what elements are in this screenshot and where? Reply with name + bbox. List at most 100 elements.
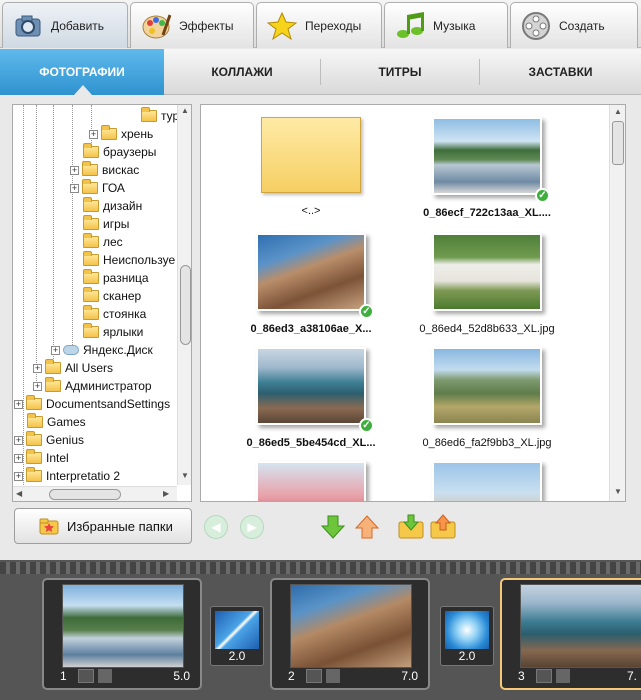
- timeline-transition[interactable]: 2.0: [210, 606, 264, 666]
- subtab-photos[interactable]: ФОТОГРАФИИ: [0, 49, 164, 95]
- scroll-up-arrow[interactable]: ▲: [181, 106, 189, 115]
- sound-icon[interactable]: [556, 669, 570, 683]
- tree-label: DocumentsandSettings: [46, 397, 171, 411]
- transition-thumb: [445, 611, 489, 649]
- tree-item[interactable]: + хрень: [89, 125, 153, 143]
- sub-tabs-bar: ФОТОГРАФИИ КОЛЛАЖИ ТИТРЫ ЗАСТАВКИ: [0, 49, 641, 95]
- parent-folder-item[interactable]: <..>: [221, 117, 401, 217]
- file-item[interactable]: [397, 461, 577, 501]
- photo-thumb: [432, 461, 542, 501]
- favorite-folders-button[interactable]: Избранные папки: [14, 508, 192, 544]
- tree-item[interactable]: + All Users: [33, 359, 113, 377]
- pencil-icon[interactable]: [306, 669, 322, 683]
- tree-label: Games: [47, 415, 86, 429]
- expand-toggle[interactable]: +: [14, 453, 23, 463]
- timeline-slide[interactable]: 1 5.0: [42, 578, 202, 690]
- file-item[interactable]: ✓ 0_86ecf_722c13aa_XL....: [397, 117, 577, 219]
- tree-item[interactable]: Неиспользуе: [83, 251, 175, 269]
- scroll-up-arrow[interactable]: ▲: [614, 107, 622, 116]
- tree-item[interactable]: + DocumentsandSettings: [14, 395, 170, 413]
- scroll-thumb[interactable]: [612, 121, 624, 165]
- sound-icon[interactable]: [326, 669, 340, 683]
- timeline-transition[interactable]: 2.0: [440, 606, 494, 666]
- expand-toggle[interactable]: +: [70, 165, 79, 175]
- tree-item[interactable]: тур: [141, 107, 179, 125]
- folder-add-down-icon[interactable]: [398, 514, 424, 540]
- slide-duration: 5.0: [173, 669, 190, 683]
- tree-item[interactable]: + Intel: [14, 449, 69, 467]
- tree-item[interactable]: + вискас: [70, 161, 139, 179]
- tree-item[interactable]: + Interpretatio 2: [14, 467, 120, 485]
- expand-toggle[interactable]: +: [14, 399, 23, 409]
- expand-toggle[interactable]: +: [14, 471, 23, 481]
- folder-tree[interactable]: тур + хрень браузеры + вискас + ГОА дизайн …: [12, 104, 192, 502]
- folder-icon: [83, 287, 99, 302]
- folder-icon: [82, 179, 98, 194]
- scroll-left-arrow[interactable]: ◀: [16, 489, 22, 498]
- pencil-icon[interactable]: [536, 669, 552, 683]
- file-name: 0_86ed3_a38106ae_X...: [250, 323, 372, 335]
- file-item[interactable]: 0_86ed4_52d8b633_XL.jpg: [397, 233, 577, 335]
- tree-vertical-scrollbar[interactable]: ▲ ▼: [177, 105, 191, 485]
- expand-toggle[interactable]: +: [33, 363, 42, 373]
- scroll-thumb[interactable]: [49, 489, 121, 500]
- photo-thumb: [432, 347, 542, 425]
- tree-item[interactable]: разница: [83, 269, 149, 287]
- tree-item[interactable]: дизайн: [83, 197, 142, 215]
- folder-icon: [83, 323, 99, 338]
- slide-thumb: [520, 584, 641, 668]
- tab-create[interactable]: Создать: [510, 2, 638, 48]
- move-down-icon[interactable]: [320, 514, 346, 540]
- files-vertical-scrollbar[interactable]: ▲ ▼: [609, 105, 625, 501]
- timeline[interactable]: 1 5.0 2.0 2 7.0 2.0 3 7.: [0, 560, 641, 700]
- tree-item[interactable]: игры: [83, 215, 129, 233]
- subtab-label: ТИТРЫ: [378, 65, 422, 79]
- expand-toggle[interactable]: +: [33, 381, 42, 391]
- forward-icon[interactable]: ▶: [240, 515, 264, 539]
- timeline-slide[interactable]: 2 7.0: [270, 578, 430, 690]
- tree-horizontal-scrollbar[interactable]: ◀ ▶: [13, 486, 177, 501]
- folder-icon: [83, 305, 99, 320]
- file-item[interactable]: ✓ 0_86ed3_a38106ae_X...: [221, 233, 401, 335]
- file-item[interactable]: ✓ 0_86ed5_5be454cd_XL...: [221, 347, 401, 449]
- subtab-intros[interactable]: ЗАСТАВКИ: [480, 49, 641, 95]
- expand-toggle[interactable]: +: [51, 345, 60, 355]
- timeline-slide-selected[interactable]: 3 7.: [500, 578, 641, 690]
- photo-thumb: ✓: [432, 117, 550, 203]
- tree-item[interactable]: + Genius: [14, 431, 84, 449]
- tree-item[interactable]: Games: [27, 413, 86, 431]
- tree-label: ГОА: [102, 181, 125, 195]
- sound-icon[interactable]: [98, 669, 112, 683]
- scroll-thumb[interactable]: [180, 265, 191, 345]
- tree-label: дизайн: [103, 199, 143, 213]
- expand-toggle[interactable]: +: [89, 129, 98, 139]
- tab-transitions[interactable]: Переходы: [256, 2, 382, 48]
- folder-add-up-icon[interactable]: [430, 514, 456, 540]
- tree-item[interactable]: + ГОА: [70, 179, 125, 197]
- tab-music[interactable]: Музыка: [384, 2, 508, 48]
- pencil-icon[interactable]: [78, 669, 94, 683]
- tree-item[interactable]: + Администратор: [33, 377, 152, 395]
- back-icon[interactable]: ◀: [204, 515, 228, 539]
- file-item[interactable]: [221, 461, 401, 501]
- subtab-collages[interactable]: КОЛЛАЖИ: [164, 49, 320, 95]
- tab-add[interactable]: Добавить: [2, 2, 128, 48]
- tree-item[interactable]: сканер: [83, 287, 141, 305]
- tree-item[interactable]: браузеры: [83, 143, 156, 161]
- tree-item[interactable]: + Яндекс.Диск: [51, 341, 153, 359]
- scroll-down-arrow[interactable]: ▼: [614, 487, 622, 496]
- folder-icon: [27, 413, 43, 428]
- move-up-icon[interactable]: [354, 514, 380, 540]
- folder-icon: [83, 251, 99, 266]
- expand-toggle[interactable]: +: [70, 183, 79, 193]
- tree-item[interactable]: стоянка: [83, 305, 146, 323]
- subtab-titles[interactable]: ТИТРЫ: [321, 49, 479, 95]
- file-browser[interactable]: <..> ✓ 0_86ecf_722c13aa_XL.... ✓ 0_86ed3…: [200, 104, 626, 502]
- scroll-down-arrow[interactable]: ▼: [181, 471, 189, 480]
- scroll-right-arrow[interactable]: ▶: [163, 489, 169, 498]
- tab-effects[interactable]: Эффекты: [130, 2, 254, 48]
- tree-item[interactable]: лес: [83, 233, 123, 251]
- expand-toggle[interactable]: +: [14, 435, 23, 445]
- file-item[interactable]: 0_86ed6_fa2f9bb3_XL.jpg: [397, 347, 577, 449]
- tree-item[interactable]: ярлыки: [83, 323, 143, 341]
